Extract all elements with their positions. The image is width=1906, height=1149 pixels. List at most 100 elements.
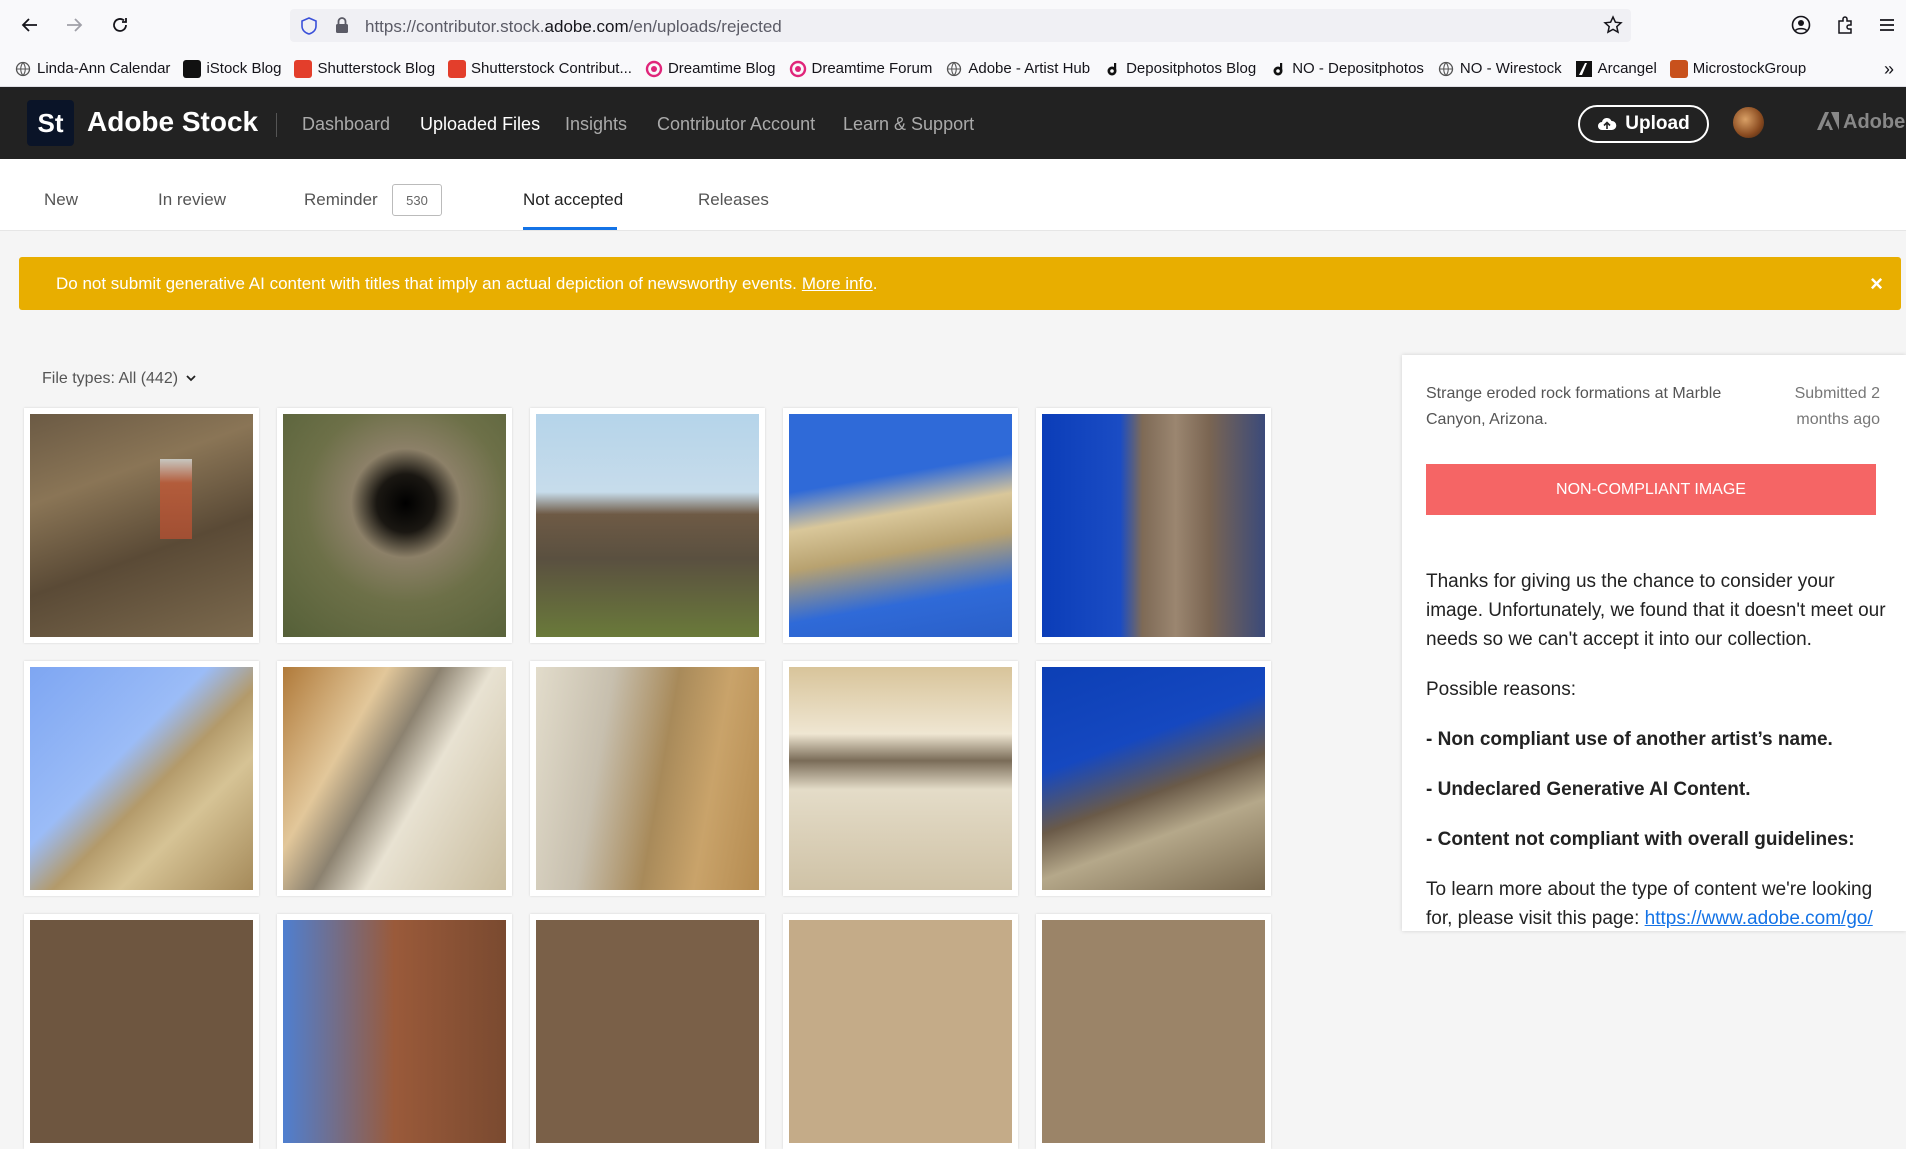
bookmark-item[interactable]: Linda-Ann Calendar [14, 60, 170, 78]
thumbnail[interactable] [277, 914, 512, 1149]
bookmark-label: Shutterstock Blog [317, 60, 436, 77]
reasons-heading: Possible reasons: [1426, 679, 1576, 700]
rejection-detail-panel: Strange eroded rock formations at Marble… [1402, 355, 1906, 931]
app-title[interactable]: Adobe Stock [87, 106, 258, 138]
file-type-filter[interactable]: File types: All (442) [42, 370, 197, 388]
cloud-upload-icon [1598, 117, 1617, 130]
nav-learn-support[interactable]: Learn & Support [843, 114, 974, 135]
thumbnail[interactable] [530, 914, 765, 1149]
adobe-stock-logo-icon[interactable]: St [27, 100, 74, 146]
alert-text: Do not submit generative AI content with… [56, 273, 797, 293]
ai-content-alert: Do not submit generative AI content with… [19, 257, 1901, 310]
dreamstime-icon [789, 60, 807, 78]
adobe-brand[interactable]: Adobe [1817, 111, 1905, 134]
bookmark-item[interactable]: Dreamtime Blog [645, 60, 776, 78]
url-text[interactable]: https://contributor.stock.adobe.com/en/u… [365, 17, 782, 37]
thumbnail[interactable] [277, 408, 512, 643]
shield-icon[interactable] [300, 16, 318, 41]
globe-icon [14, 60, 32, 78]
nav-insights[interactable]: Insights [565, 114, 627, 135]
thumbnail[interactable] [530, 408, 765, 643]
upload-label: Upload [1625, 113, 1690, 134]
bookmark-item[interactable]: Shutterstock Blog [294, 59, 436, 78]
rejection-message: Thanks for giving us the chance to consi… [1426, 567, 1886, 931]
bookmark-item[interactable]: Shutterstock Contribut... [448, 59, 632, 78]
bookmark-item[interactable]: iStock Blog [183, 59, 282, 78]
address-bar[interactable]: https://contributor.stock.adobe.com/en/u… [290, 9, 1631, 42]
depositphotos-icon [1269, 60, 1287, 78]
istock-icon [183, 59, 202, 78]
guidelines-link[interactable]: https://www.adobe.com/go/ [1645, 908, 1873, 929]
header-divider [276, 113, 277, 137]
thumbnail[interactable] [530, 661, 765, 896]
globe-icon [1437, 60, 1455, 78]
alert-trailing: . [872, 273, 878, 293]
thumbnail[interactable] [24, 661, 259, 896]
active-tab-indicator [523, 227, 617, 230]
chevron-down-icon [185, 375, 196, 382]
thumbnail[interactable] [1036, 408, 1271, 643]
bookmark-item[interactable]: Adobe - Artist Hub [945, 60, 1090, 78]
back-icon[interactable] [19, 14, 41, 36]
bookmark-label: Adobe - Artist Hub [968, 60, 1091, 77]
bookmark-label: NO - Wirestock [1459, 60, 1562, 77]
reminder-count-badge: 530 [392, 184, 442, 216]
avatar[interactable] [1733, 107, 1764, 138]
thumbnail[interactable] [1036, 661, 1271, 896]
dreamstime-icon [645, 60, 663, 78]
depositphotos-icon [1103, 60, 1121, 78]
status-badge: NON-COMPLIANT IMAGE [1426, 464, 1876, 515]
bookmark-item[interactable]: Dreamtime Forum [789, 60, 933, 78]
forward-icon[interactable] [63, 14, 85, 36]
reason-item: - Undeclared Generative AI Content. [1426, 779, 1751, 800]
asset-title: Strange eroded rock formations at Marble… [1426, 385, 1722, 428]
thumbnail[interactable] [783, 661, 1018, 896]
globe-icon [945, 60, 963, 78]
lock-icon[interactable] [334, 16, 350, 40]
nav-uploaded-files[interactable]: Uploaded Files [420, 114, 540, 135]
extensions-icon[interactable] [1835, 15, 1855, 40]
account-icon[interactable] [1791, 15, 1811, 40]
learn-more-text: To learn more about the type of content … [1426, 879, 1873, 929]
tab-reminder[interactable]: Reminder [304, 190, 378, 210]
reason-item: - Non compliant use of another artist’s … [1426, 729, 1833, 750]
more-bookmarks-icon[interactable]: » [1884, 59, 1894, 80]
thumbnail[interactable] [24, 914, 259, 1149]
tab-not-accepted[interactable]: Not accepted [523, 190, 623, 210]
file-type-filter-label: File types: All (442) [42, 370, 179, 387]
upload-button[interactable]: Upload [1578, 105, 1709, 143]
thumbnail[interactable] [277, 661, 512, 896]
bookmark-label: Dreamtime Forum [811, 60, 933, 77]
thumbnail[interactable] [783, 408, 1018, 643]
thumbnail[interactable] [1036, 914, 1271, 1149]
bookmark-label: NO - Depositphotos [1292, 60, 1424, 77]
bookmark-item[interactable]: Depositphotos Blog [1103, 60, 1256, 78]
tab-new[interactable]: New [44, 190, 78, 210]
more-info-link[interactable]: More info [802, 274, 873, 294]
bookmark-item[interactable]: MicrostockGroup [1669, 59, 1807, 78]
tab-in-review[interactable]: In review [158, 190, 226, 210]
thumbnail[interactable] [24, 408, 259, 643]
bookmark-item[interactable]: NO - Depositphotos [1269, 60, 1424, 78]
reload-icon[interactable] [109, 14, 131, 36]
bookmark-label: Linda-Ann Calendar [37, 60, 171, 77]
app-header: St Adobe Stock Dashboard Uploaded Files … [0, 87, 1906, 159]
bookmark-star-icon[interactable] [1603, 15, 1623, 40]
nav-contributor-account[interactable]: Contributor Account [657, 114, 815, 135]
menu-icon[interactable] [1878, 16, 1896, 39]
thumbnail[interactable] [783, 914, 1018, 1149]
adobe-logo-icon [1817, 112, 1839, 130]
bookmark-label: iStock Blog [206, 60, 282, 77]
bookmark-item[interactable]: Arcangel [1575, 60, 1657, 78]
bookmarks-bar: Linda-Ann Calendar iStock Blog Shutterstoc… [0, 51, 1906, 87]
microstockgroup-icon [1669, 59, 1688, 78]
browser-toolbar: https://contributor.stock.adobe.com/en/u… [0, 0, 1906, 51]
bookmark-label: MicrostockGroup [1692, 60, 1807, 77]
bookmark-label: Shutterstock Contribut... [471, 60, 632, 77]
nav-dashboard[interactable]: Dashboard [302, 114, 390, 135]
upload-tabs: New In review Reminder 530 Not accepted … [0, 159, 1906, 231]
close-icon[interactable]: × [1870, 271, 1883, 297]
bookmark-item[interactable]: NO - Wirestock [1437, 60, 1562, 78]
tab-releases[interactable]: Releases [698, 190, 769, 210]
arcangel-icon [1575, 60, 1593, 78]
